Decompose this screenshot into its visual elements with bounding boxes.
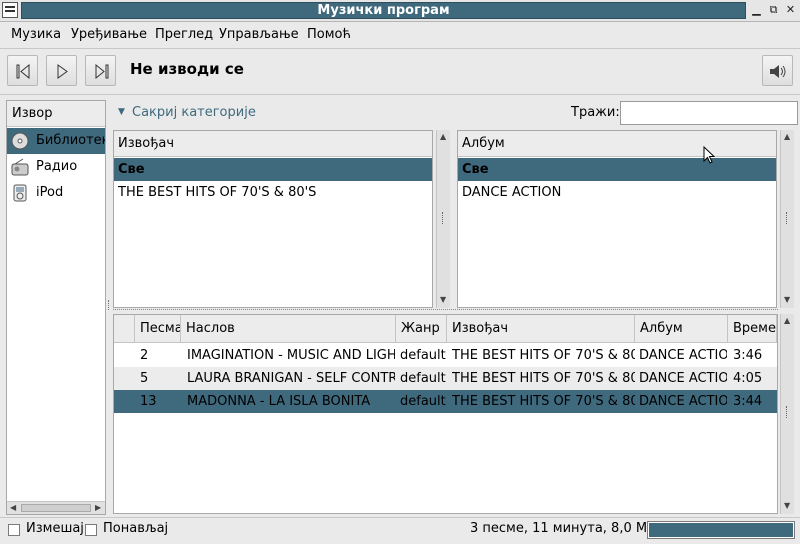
scroll-thumb[interactable] (21, 504, 91, 512)
library-cd-icon (11, 132, 29, 150)
menu-music[interactable]: Музика (11, 27, 61, 43)
toolbar-divider (0, 94, 800, 95)
artist-item-all[interactable]: Све (114, 158, 432, 181)
library-summary: 3 песме, 11 минута, 8,0 МБ (470, 521, 656, 536)
previous-button[interactable] (7, 55, 38, 86)
artist-pane-header[interactable]: Извођач (114, 131, 432, 157)
scroll-up-icon[interactable]: ▲ (784, 132, 790, 141)
menu-divider (0, 48, 800, 49)
column-header-time[interactable]: Време (728, 315, 777, 343)
artist-pane-scrollbar[interactable]: ▲ ▼ (436, 130, 450, 308)
menu-control[interactable]: Управљање (219, 27, 299, 43)
play-icon (57, 64, 68, 79)
next-icon (95, 64, 109, 79)
track-number: 2 (140, 348, 149, 363)
column-header-title[interactable]: Наслов (181, 315, 396, 343)
track-title: MADONNA - LA ISLA BONITA (187, 394, 371, 409)
browser-splitter[interactable] (113, 309, 778, 312)
volume-button[interactable] (762, 55, 793, 86)
album-item[interactable]: DANCE ACTION (458, 181, 776, 204)
shuffle-label[interactable]: Измешај (26, 521, 84, 536)
shuffle-checkbox[interactable] (8, 524, 20, 536)
track-genre: default (400, 348, 446, 363)
minimize-icon[interactable]: ▁ (749, 3, 764, 18)
mouse-cursor-icon (703, 146, 715, 164)
search-label: Тражи: (571, 105, 620, 120)
scroll-down-icon[interactable]: ▼ (784, 501, 790, 510)
radio-icon (11, 158, 29, 176)
search-input[interactable] (620, 101, 798, 125)
column-header-genre[interactable]: Жанр (396, 315, 447, 343)
hide-categories-link[interactable]: Сакриј категорије (132, 105, 256, 120)
source-item-label: Библиотека (36, 133, 105, 148)
column-header-track[interactable]: Песма (135, 315, 181, 343)
scroll-grip[interactable] (786, 212, 789, 224)
scroll-down-icon[interactable]: ▼ (784, 295, 790, 304)
play-button[interactable] (46, 55, 77, 86)
track-genre: default (400, 371, 446, 386)
track-row[interactable]: 5 LAURA BRANIGAN - SELF CONTROL default … (114, 367, 777, 390)
collapse-arrow-icon[interactable]: ▼ (118, 107, 125, 117)
track-list-scrollbar[interactable]: ▲ ▼ (780, 314, 794, 514)
window-menu-icon[interactable] (2, 2, 18, 18)
source-item-label: iPod (36, 185, 64, 200)
column-header-artist[interactable]: Извођач (447, 315, 635, 343)
source-item-label: Радио (36, 159, 78, 174)
track-album: DANCE ACTION (639, 394, 727, 409)
close-icon[interactable]: ✕ (783, 3, 798, 18)
pane-splitter-grip[interactable] (108, 300, 110, 310)
window-title: Музички програм (317, 3, 450, 18)
previous-icon (16, 64, 30, 79)
track-row-selected[interactable]: 13 MADONNA - LA ISLA BONITA default THE … (114, 390, 777, 413)
track-time: 4:05 (733, 371, 763, 386)
track-time: 3:46 (733, 348, 763, 363)
statusbar-divider (0, 517, 800, 518)
source-list-scrollbar[interactable]: ◀ ▶ (7, 501, 105, 514)
artist-item[interactable]: THE BEST HITS OF 70'S & 80'S (114, 181, 432, 204)
track-artist: THE BEST HITS OF 70'S & 80'S (452, 371, 635, 386)
repeat-label[interactable]: Понављај (103, 521, 168, 536)
source-item-radio[interactable]: Радио (7, 154, 105, 180)
track-artist: THE BEST HITS OF 70'S & 80'S (452, 394, 635, 409)
track-album: DANCE ACTION (639, 348, 727, 363)
column-header-album[interactable]: Албум (635, 315, 728, 343)
menu-help[interactable]: Помоћ (307, 27, 351, 43)
track-album: DANCE ACTION (639, 371, 727, 386)
status-progress-bar (647, 521, 795, 539)
source-item-ipod[interactable]: iPod (7, 180, 105, 206)
source-item-library[interactable]: Библиотека (7, 128, 105, 154)
track-artist: THE BEST HITS OF 70'S & 80'S (452, 348, 635, 363)
next-button[interactable] (85, 55, 116, 86)
progress-fill (649, 523, 793, 537)
track-number: 5 (140, 371, 149, 386)
album-pane-scrollbar[interactable]: ▲ ▼ (780, 130, 794, 308)
track-row[interactable]: 2 IMAGINATION - MUSIC AND LIGHT default … (114, 344, 777, 367)
scroll-left-icon[interactable]: ◀ (10, 503, 16, 512)
scroll-right-icon[interactable]: ▶ (95, 503, 101, 512)
maximize-icon[interactable]: ⧉ (766, 3, 781, 18)
scroll-grip[interactable] (786, 406, 789, 418)
track-title: LAURA BRANIGAN - SELF CONTROL (187, 371, 395, 386)
scroll-down-icon[interactable]: ▼ (440, 295, 446, 304)
track-genre: default (400, 394, 446, 409)
album-pane-header[interactable]: Албум (458, 131, 776, 157)
scroll-up-icon[interactable]: ▲ (784, 316, 790, 325)
track-title: IMAGINATION - MUSIC AND LIGHT (187, 348, 395, 363)
volume-icon (770, 65, 786, 78)
scroll-grip[interactable] (442, 212, 445, 224)
album-item-all[interactable]: Све (458, 158, 776, 181)
source-list-header[interactable]: Извор (7, 101, 105, 127)
track-time: 3:44 (733, 394, 763, 409)
now-playing-label: Не изводи се (130, 60, 244, 78)
column-header-indicator (114, 315, 135, 343)
scroll-up-icon[interactable]: ▲ (440, 132, 446, 141)
repeat-checkbox[interactable] (85, 524, 97, 536)
menu-edit[interactable]: Уређивање (71, 27, 147, 43)
ipod-icon (13, 184, 27, 202)
track-number: 13 (140, 394, 157, 409)
menu-view[interactable]: Преглед (155, 27, 213, 43)
